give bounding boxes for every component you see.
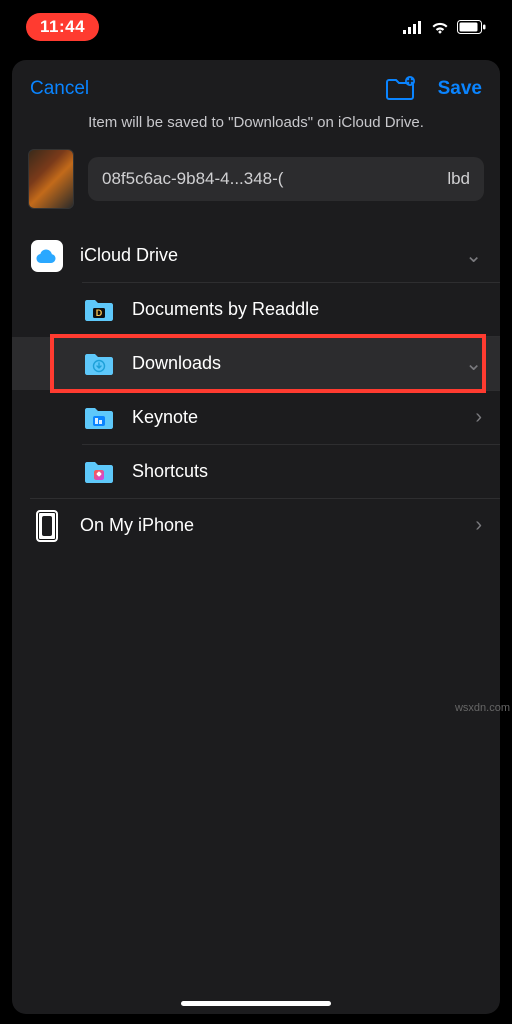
location-icloud-drive[interactable]: iCloud Drive ⌄ [12,229,500,282]
home-indicator[interactable] [181,1001,331,1006]
save-sheet: Cancel Save Item will be saved to "Downl… [12,60,500,1014]
filename-tail: lbd [447,169,470,189]
icloud-drive-icon [31,240,63,272]
status-icons [403,20,486,34]
filename-redaction [302,157,387,201]
save-button[interactable]: Save [438,78,482,100]
location-label: On My iPhone [80,515,460,536]
device-screen: 11:44 Cancel Save Item will be saved t [0,0,512,1024]
chevron-right-icon: › [460,406,482,429]
locations-list: iCloud Drive ⌄ D Documents by Readdle Do… [12,221,500,552]
folder-label: Downloads [132,353,460,374]
folder-label: Shortcuts [132,461,482,482]
chevron-down-icon: ⌄ [460,243,482,268]
wifi-icon [430,20,450,34]
svg-text:D: D [96,308,103,318]
folder-icon [83,351,115,377]
folder-icon: D [83,297,115,323]
iphone-icon [36,510,58,542]
nav-bar: Cancel Save [12,60,500,112]
status-time-recording[interactable]: 11:44 [26,13,99,41]
location-on-my-iphone[interactable]: On My iPhone › [12,499,500,552]
cellular-signal-icon [403,21,423,34]
file-to-save-row: 08f5c6ac-9b84-4...348-( lbd [12,145,500,221]
folder-icon [83,459,115,485]
folder-downloads[interactable]: Downloads ⌄ [12,337,500,390]
save-location-subtitle: Item will be saved to "Downloads" on iCl… [12,112,500,145]
folder-documents-by-readdle[interactable]: D Documents by Readdle [12,283,500,336]
folder-label: Documents by Readdle [132,299,482,320]
filename-text: 08f5c6ac-9b84-4...348-( [102,169,283,189]
folder-shortcuts[interactable]: Shortcuts [12,445,500,498]
new-folder-icon[interactable] [384,76,416,102]
chevron-right-icon: › [460,514,482,537]
folder-label: Keynote [132,407,460,428]
location-label: iCloud Drive [80,245,460,266]
cancel-button[interactable]: Cancel [30,78,89,100]
file-thumbnail [28,149,74,209]
folder-keynote[interactable]: Keynote › [12,391,500,444]
folder-icon [83,405,115,431]
status-bar: 11:44 [0,0,512,50]
battery-icon [457,20,486,34]
chevron-down-icon: ⌄ [460,351,482,376]
filename-field[interactable]: 08f5c6ac-9b84-4...348-( lbd [88,157,484,201]
watermark: wsxdn.com [455,702,510,714]
